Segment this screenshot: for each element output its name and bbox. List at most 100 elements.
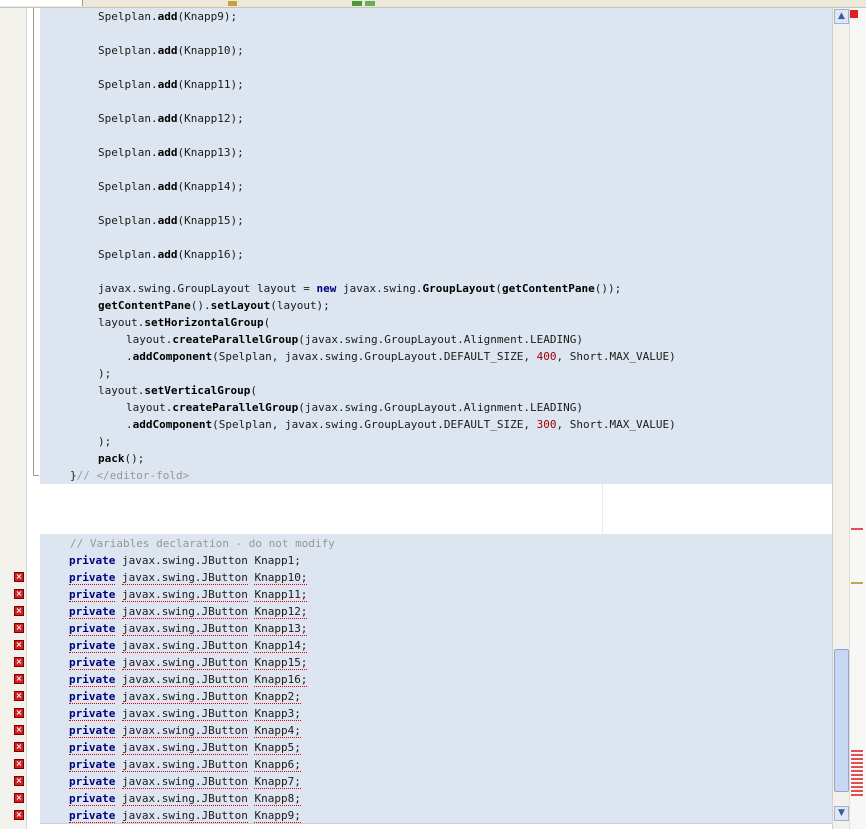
code-line[interactable]: Spelplan.add(Knapp10); bbox=[98, 42, 244, 59]
type-name: javax.swing.JButton bbox=[121, 690, 248, 704]
error-mark[interactable] bbox=[851, 750, 863, 752]
keyword-private: private bbox=[69, 656, 116, 670]
code-line[interactable]: Spelplan.add(Knapp14); bbox=[98, 178, 244, 195]
keyword-private: private bbox=[69, 690, 116, 704]
error-icon[interactable]: × bbox=[14, 708, 24, 718]
code-line[interactable]: }// </editor-fold> bbox=[70, 467, 189, 484]
type-name: javax.swing.JButton bbox=[121, 792, 248, 806]
code-line[interactable]: Spelplan.add(Knapp9); bbox=[98, 8, 237, 25]
error-icon[interactable]: × bbox=[14, 640, 24, 650]
error-mark[interactable] bbox=[851, 782, 863, 784]
error-icon[interactable]: × bbox=[14, 589, 24, 599]
type-name: javax.swing.JButton bbox=[121, 758, 248, 772]
error-icon[interactable]: × bbox=[14, 691, 24, 701]
toolbar-icon[interactable] bbox=[365, 1, 375, 6]
error-mark[interactable] bbox=[851, 754, 863, 756]
declaration-line[interactable]: private javax.swing.JButton Knapp5; bbox=[69, 739, 301, 756]
code-line[interactable]: layout.createParallelGroup(javax.swing.G… bbox=[126, 399, 583, 416]
error-icon[interactable]: × bbox=[14, 572, 24, 582]
declaration-line[interactable]: private javax.swing.JButton Knapp6; bbox=[69, 756, 301, 773]
editor-tab[interactable] bbox=[0, 0, 83, 6]
code-line[interactable]: ); bbox=[98, 365, 111, 382]
type-name: javax.swing.JButton bbox=[121, 724, 248, 738]
keyword-private: private bbox=[69, 554, 116, 567]
error-mark[interactable] bbox=[851, 528, 863, 530]
editable-region[interactable] bbox=[40, 484, 832, 534]
declaration-line[interactable]: private javax.swing.JButton Knapp8; bbox=[69, 790, 301, 807]
type-name: javax.swing.JButton bbox=[121, 656, 248, 670]
error-icon[interactable]: × bbox=[14, 657, 24, 667]
error-icon[interactable]: × bbox=[14, 674, 24, 684]
error-mark[interactable] bbox=[851, 762, 863, 764]
declaration-line[interactable]: private javax.swing.JButton Knapp14; bbox=[69, 637, 308, 654]
error-icon[interactable]: × bbox=[14, 793, 24, 803]
error-mark[interactable] bbox=[851, 790, 863, 792]
code-editor[interactable]: Spelplan.add(Knapp9); Spelplan.add(Knapp… bbox=[40, 8, 832, 829]
declaration-line[interactable]: private javax.swing.JButton Knapp7; bbox=[69, 773, 301, 790]
code-line[interactable]: Spelplan.add(Knapp16); bbox=[98, 246, 244, 263]
keyword-private: private bbox=[69, 673, 116, 687]
error-mark[interactable] bbox=[851, 794, 863, 796]
declaration-line[interactable]: private javax.swing.JButton Knapp1; bbox=[69, 552, 301, 569]
error-mark[interactable] bbox=[851, 766, 863, 768]
declaration-line[interactable]: private javax.swing.JButton Knapp10; bbox=[69, 569, 308, 586]
vertical-scrollbar[interactable]: ▲ ▼ bbox=[832, 8, 850, 829]
line-gutter[interactable] bbox=[0, 8, 27, 829]
error-icon[interactable]: × bbox=[14, 606, 24, 616]
declaration-line[interactable]: private javax.swing.JButton Knapp11; bbox=[69, 586, 308, 603]
variable-name: Knapp15; bbox=[254, 656, 308, 670]
type-name: javax.swing.JButton bbox=[121, 605, 248, 619]
declaration-line[interactable]: private javax.swing.JButton Knapp4; bbox=[69, 722, 301, 739]
error-icon[interactable]: × bbox=[14, 742, 24, 752]
code-line[interactable]: layout.createParallelGroup(javax.swing.G… bbox=[126, 331, 583, 348]
declaration-line[interactable]: private javax.swing.JButton Knapp13; bbox=[69, 620, 308, 637]
type-name: javax.swing.JButton bbox=[121, 673, 248, 687]
variable-name: Knapp9; bbox=[254, 809, 301, 823]
declaration-line[interactable]: private javax.swing.JButton Knapp15; bbox=[69, 654, 308, 671]
code-line[interactable]: Spelplan.add(Knapp15); bbox=[98, 212, 244, 229]
toolbar-icon[interactable] bbox=[352, 1, 362, 6]
declaration-line[interactable]: private javax.swing.JButton Knapp16; bbox=[69, 671, 308, 688]
type-name: javax.swing.JButton bbox=[121, 639, 248, 653]
scroll-down-icon[interactable]: ▼ bbox=[834, 806, 849, 821]
error-stripe[interactable] bbox=[849, 8, 866, 829]
code-line[interactable]: javax.swing.GroupLayout layout = new jav… bbox=[98, 280, 621, 297]
declaration-line[interactable]: private javax.swing.JButton Knapp2; bbox=[69, 688, 301, 705]
code-line[interactable]: pack(); bbox=[98, 450, 144, 467]
declaration-line[interactable]: private javax.swing.JButton Knapp9; bbox=[69, 807, 301, 824]
error-icon[interactable]: × bbox=[14, 776, 24, 786]
keyword-private: private bbox=[69, 809, 116, 823]
code-line[interactable]: Spelplan.add(Knapp11); bbox=[98, 76, 244, 93]
code-line[interactable]: .addComponent(Spelplan, javax.swing.Grou… bbox=[126, 416, 676, 433]
scrollbar-thumb[interactable] bbox=[834, 649, 849, 792]
comment-line[interactable]: // Variables declaration - do not modify bbox=[70, 535, 335, 552]
keyword-private: private bbox=[69, 639, 116, 653]
error-mark[interactable] bbox=[851, 770, 863, 772]
code-line[interactable]: Spelplan.add(Knapp13); bbox=[98, 144, 244, 161]
error-icon[interactable]: × bbox=[14, 759, 24, 769]
error-mark[interactable] bbox=[851, 774, 863, 776]
error-mark[interactable] bbox=[851, 786, 863, 788]
declaration-line[interactable]: private javax.swing.JButton Knapp12; bbox=[69, 603, 308, 620]
code-line[interactable]: layout.setVerticalGroup( bbox=[98, 382, 257, 399]
scroll-up-icon[interactable]: ▲ bbox=[834, 9, 849, 24]
error-icon[interactable]: × bbox=[14, 810, 24, 820]
error-mark[interactable] bbox=[851, 778, 863, 780]
toolbar-icon[interactable] bbox=[228, 1, 237, 6]
type-name: javax.swing.JButton bbox=[121, 775, 248, 789]
error-status-icon[interactable] bbox=[850, 10, 858, 18]
code-line[interactable]: .addComponent(Spelplan, javax.swing.Grou… bbox=[126, 348, 676, 365]
warning-mark[interactable] bbox=[851, 582, 863, 584]
type-name: javax.swing.JButton bbox=[121, 707, 248, 721]
code-line[interactable]: ); bbox=[98, 433, 111, 450]
error-icon[interactable]: × bbox=[14, 623, 24, 633]
error-icon[interactable]: × bbox=[14, 725, 24, 735]
variable-name: Knapp8; bbox=[254, 792, 301, 806]
code-line[interactable]: layout.setHorizontalGroup( bbox=[98, 314, 270, 331]
fold-guide bbox=[33, 8, 34, 476]
code-line[interactable]: getContentPane().setLayout(layout); bbox=[98, 297, 330, 314]
type-name: javax.swing.JButton bbox=[121, 622, 248, 636]
code-line[interactable]: Spelplan.add(Knapp12); bbox=[98, 110, 244, 127]
error-mark[interactable] bbox=[851, 758, 863, 760]
declaration-line[interactable]: private javax.swing.JButton Knapp3; bbox=[69, 705, 301, 722]
